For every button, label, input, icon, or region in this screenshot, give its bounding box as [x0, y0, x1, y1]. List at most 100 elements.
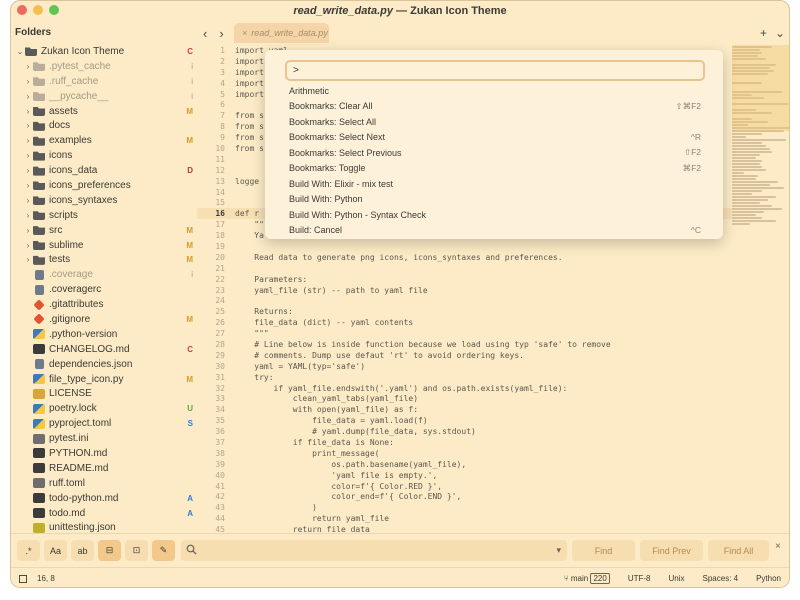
sidebar-item[interactable]: › icons — [11, 148, 197, 163]
code-line[interactable]: 29 # comments. Dump use defaut 'rt' to a… — [197, 350, 732, 361]
chevron-right-icon[interactable]: › — [23, 62, 33, 71]
code-line[interactable]: 27 """ — [197, 328, 732, 339]
plus-icon[interactable]: + — [760, 26, 767, 40]
close-window-button[interactable] — [17, 5, 27, 15]
chevron-right-icon[interactable]: › — [23, 121, 33, 130]
whole-word-icon[interactable]: ab — [71, 540, 94, 561]
command-palette-item[interactable]: Bookmarks: Select Previous ⇧F2 — [265, 145, 723, 161]
sidebar-item[interactable]: .coveragerc — [11, 282, 197, 297]
code-line[interactable]: 37 if file_data is None: — [197, 437, 732, 448]
git-branch[interactable]: ⑂ main 220 — [564, 573, 610, 584]
find-input[interactable]: ▾ — [181, 540, 567, 561]
command-palette-item[interactable]: Arithmetic — [265, 83, 723, 99]
code-line[interactable]: 35 file_data = yaml.load(f) — [197, 415, 732, 426]
minimap-viewport[interactable] — [732, 45, 789, 131]
chevron-down-icon[interactable]: ⌄ — [775, 26, 785, 40]
command-palette-item[interactable]: Build With: Python - Syntax Check — [265, 207, 723, 223]
sidebar-item[interactable]: ⌄ Zukan Icon Theme C — [11, 44, 197, 59]
chevron-right-icon[interactable]: › — [23, 181, 33, 190]
case-icon[interactable]: Aa — [44, 540, 67, 561]
find-all-button[interactable]: Find All — [708, 540, 769, 561]
encoding[interactable]: UTF-8 — [628, 574, 651, 583]
sidebar-item[interactable]: todo.md A — [11, 506, 197, 521]
code-line[interactable]: 19 — [197, 241, 732, 252]
minimap[interactable] — [732, 45, 789, 533]
sidebar-item[interactable]: dependencies.json — [11, 357, 197, 372]
code-line[interactable]: 21 — [197, 263, 732, 274]
sidebar-item[interactable]: › scripts — [11, 208, 197, 223]
sidebar-item[interactable]: todo-python.md A — [11, 491, 197, 506]
code-line[interactable]: 43 ) — [197, 502, 732, 513]
sidebar-item[interactable]: › docs — [11, 118, 197, 133]
sidebar-item[interactable]: › icons_preferences — [11, 178, 197, 193]
sidebar-item[interactable]: pytest.ini — [11, 431, 197, 446]
code-line[interactable]: 26 file_data (dict) -- yaml contents — [197, 317, 732, 328]
close-icon[interactable]: × — [775, 541, 781, 552]
sidebar-item[interactable]: .python-version — [11, 327, 197, 342]
chevron-right-icon[interactable]: › — [23, 77, 33, 86]
code-line[interactable]: 41 color=f'{ Color.RED }', — [197, 481, 732, 492]
code-line[interactable]: 28 # Line below is inside function becau… — [197, 339, 732, 350]
chevron-right-icon[interactable]: › — [23, 166, 33, 175]
chevron-right-icon[interactable]: › — [23, 107, 33, 116]
sidebar-item[interactable]: › icons_data D — [11, 163, 197, 178]
sidebar-item[interactable]: ruff.toml — [11, 476, 197, 491]
sidebar-item[interactable]: pyproject.toml S — [11, 416, 197, 431]
sidebar-item[interactable]: › examples M — [11, 133, 197, 148]
command-palette-item[interactable]: Build With: Elixir - mix test — [265, 176, 723, 192]
sidebar-item[interactable]: › tests M — [11, 252, 197, 267]
sidebar-item[interactable]: › icons_syntaxes — [11, 193, 197, 208]
command-palette-input[interactable]: > — [285, 60, 705, 81]
code-line[interactable]: 34 with open(yaml_file) as f: — [197, 404, 732, 415]
command-palette-item[interactable]: Bookmarks: Select Next ^R — [265, 130, 723, 146]
code-line[interactable]: 36 # yaml.dump(file_data, sys.stdout) — [197, 426, 732, 437]
sidebar-item[interactable]: file_type_icon.py M — [11, 372, 197, 387]
find-button[interactable]: Find — [572, 540, 635, 561]
command-palette-item[interactable]: Build: Cancel ^C — [265, 223, 723, 239]
syntax[interactable]: Python — [756, 574, 781, 583]
sidebar-item[interactable]: poetry.lock U — [11, 401, 197, 416]
panel-toggle-icon[interactable] — [19, 574, 27, 583]
chevron-left-icon[interactable]: ‹ — [203, 26, 207, 41]
code-line[interactable]: 23 yaml_file (str) -- path to yaml file — [197, 285, 732, 296]
command-palette-item[interactable]: Build With: Python — [265, 192, 723, 208]
code-line[interactable]: 31 try: — [197, 372, 732, 383]
chevron-right-icon[interactable]: › — [23, 92, 33, 101]
chevron-right-icon[interactable]: › — [23, 196, 33, 205]
sidebar-item[interactable]: LICENSE — [11, 386, 197, 401]
code-line[interactable]: 22 Parameters: — [197, 274, 732, 285]
code-line[interactable]: 38 print_message( — [197, 448, 732, 459]
chevron-right-icon[interactable]: › — [23, 136, 33, 145]
code-line[interactable]: 32 if yaml_file.endswith('.yaml') and os… — [197, 383, 732, 394]
command-palette-item[interactable]: Bookmarks: Select All — [265, 114, 723, 130]
sidebar-item[interactable]: .coverage i — [11, 267, 197, 282]
chevron-down-icon[interactable]: ▾ — [556, 545, 561, 556]
sidebar-item[interactable]: › __pycache__ i — [11, 89, 197, 104]
sidebar-item[interactable]: CHANGELOG.md C — [11, 342, 197, 357]
regex-icon[interactable]: .* — [17, 540, 40, 561]
sidebar-item[interactable]: › .ruff_cache i — [11, 74, 197, 89]
sidebar-item[interactable]: .gitattributes — [11, 297, 197, 312]
chevron-down-icon[interactable]: ⌄ — [15, 47, 25, 56]
line-endings[interactable]: Unix — [669, 574, 685, 583]
wrap-icon[interactable]: ⊟ — [98, 540, 121, 561]
chevron-right-icon[interactable]: › — [23, 255, 33, 264]
code-line[interactable]: 44 return yaml_file — [197, 513, 732, 524]
code-line[interactable]: 33 clean_yaml_tabs(yaml_file) — [197, 394, 732, 405]
chevron-right-icon[interactable]: › — [23, 241, 33, 250]
sidebar-item[interactable]: › sublime M — [11, 238, 197, 253]
code-line[interactable]: 42 color_end=f'{ Color.END }', — [197, 492, 732, 503]
sidebar-item[interactable]: README.md — [11, 461, 197, 476]
chevron-right-icon[interactable]: › — [23, 226, 33, 235]
sidebar-item[interactable]: › src M — [11, 223, 197, 238]
sidebar-item[interactable]: PYTHON.md — [11, 446, 197, 461]
sidebar-item[interactable]: unittesting.json — [11, 521, 197, 533]
sidebar-item[interactable]: .gitignore M — [11, 312, 197, 327]
code-line[interactable]: 30 yaml = YAML(typ='safe') — [197, 361, 732, 372]
code-line[interactable]: 25 Returns: — [197, 306, 732, 317]
tab-read-write-data[interactable]: × read_write_data.py — [234, 23, 329, 43]
sidebar-item[interactable]: › .pytest_cache i — [11, 59, 197, 74]
find-prev-button[interactable]: Find Prev — [640, 540, 703, 561]
command-palette-item[interactable]: Bookmarks: Clear All ⇧⌘F2 — [265, 99, 723, 115]
in-selection-icon[interactable]: ⊡ — [125, 540, 148, 561]
